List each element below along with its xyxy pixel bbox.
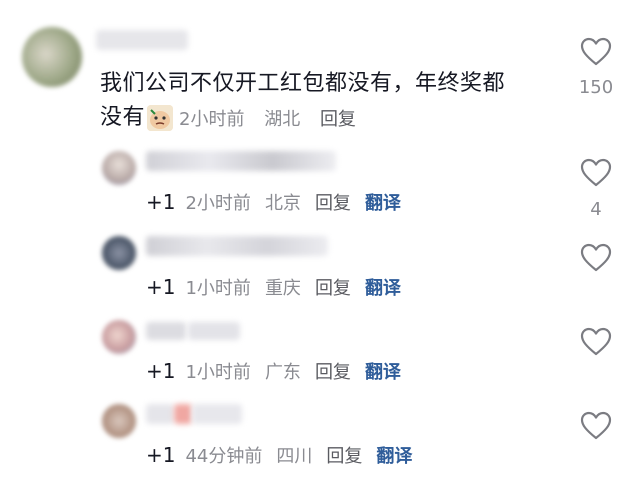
avatar[interactable]	[22, 27, 82, 87]
like-button[interactable]	[580, 411, 612, 441]
reply-time: 2小时前	[185, 193, 251, 214]
like-button[interactable]	[580, 37, 612, 67]
heart-icon	[580, 158, 612, 187]
translate-button[interactable]: 翻译	[365, 193, 401, 214]
like-button[interactable]	[580, 327, 612, 357]
reply-username-blurred[interactable]	[192, 404, 242, 424]
reply-time: 1小时前	[185, 278, 251, 299]
reply-avatar[interactable]	[102, 236, 136, 270]
reply-avatar[interactable]	[102, 404, 136, 438]
reply-location: 重庆	[264, 278, 301, 299]
reply-time: 1小时前	[185, 362, 251, 383]
like-button[interactable]	[580, 158, 612, 188]
reply-meta: +1 1小时前 重庆 回复 翻译	[146, 274, 415, 300]
reply-text: +1	[146, 443, 176, 467]
comment-text: 我们公司不仅开工红包都没有，年终奖都	[100, 67, 570, 101]
like-count: 150	[578, 77, 614, 98]
reply-button[interactable]: 回复	[320, 109, 356, 130]
comment-location: 湖北	[264, 109, 301, 130]
reply-avatar[interactable]	[102, 151, 136, 185]
reply-time: 44分钟前	[185, 446, 263, 467]
comment-time: 2小时前	[179, 109, 245, 130]
like-button[interactable]	[580, 243, 612, 273]
reply-username-blurred[interactable]	[188, 322, 240, 340]
heart-icon	[580, 411, 612, 440]
reply-location: 四川	[276, 446, 313, 467]
reply-username-blurred[interactable]	[146, 322, 186, 340]
reply-avatar[interactable]	[102, 320, 136, 354]
reply-username-blurred[interactable]	[146, 404, 174, 424]
heart-icon	[580, 37, 612, 66]
reply-button[interactable]: 回复	[315, 278, 351, 299]
reply-meta: +1 44分钟前 四川 回复 翻译	[146, 442, 426, 468]
username-blurred[interactable]	[96, 30, 188, 50]
reply-text: +1	[146, 275, 176, 299]
reply-meta: +1 2小时前 北京 回复 翻译	[146, 189, 415, 215]
reply-username-blurred[interactable]	[174, 404, 192, 424]
sticker-face-icon	[147, 105, 174, 131]
reply-username-blurred[interactable]	[146, 151, 336, 171]
heart-icon	[580, 327, 612, 356]
reply-text: +1	[146, 359, 176, 383]
reply-location: 北京	[264, 193, 301, 214]
reply-meta: +1 1小时前 广东 回复 翻译	[146, 358, 415, 384]
translate-button[interactable]: 翻译	[376, 446, 412, 467]
reply-text: +1	[146, 190, 176, 214]
comment-text-line1: 我们公司不仅开工红包都没有，年终奖都	[100, 71, 506, 96]
comment-text-line2: 没有	[100, 105, 146, 130]
heart-icon	[580, 243, 612, 272]
translate-button[interactable]: 翻译	[365, 278, 401, 299]
like-count: 4	[590, 199, 602, 220]
reply-button[interactable]: 回复	[326, 446, 362, 467]
reply-button[interactable]: 回复	[315, 362, 351, 383]
translate-button[interactable]: 翻译	[365, 362, 401, 383]
reply-username-blurred[interactable]	[146, 236, 328, 256]
reply-location: 广东	[264, 362, 301, 383]
reply-button[interactable]: 回复	[315, 193, 351, 214]
comment-second-row: 没有 2小时前 湖北 回复	[100, 101, 370, 135]
